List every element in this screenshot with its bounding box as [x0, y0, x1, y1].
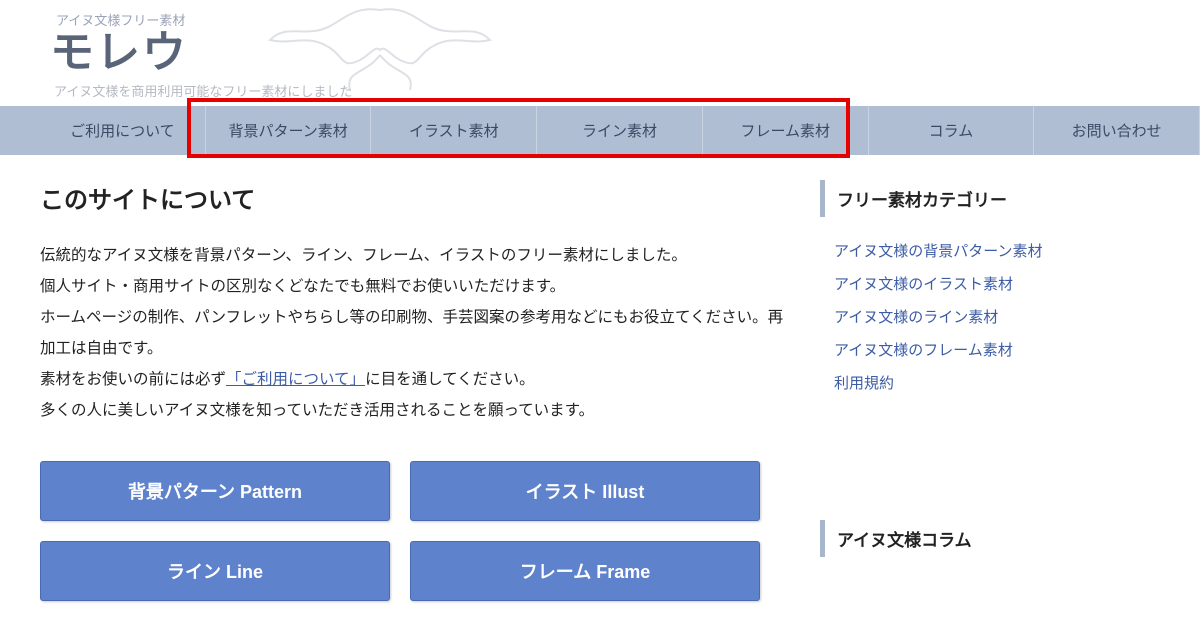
- sidebar-link-pattern[interactable]: アイヌ文様の背景パターン素材: [834, 235, 1160, 268]
- intro-p1: 伝統的なアイヌ文様を背景パターン、ライン、フレーム、イラストのフリー素材にしまし…: [40, 240, 790, 271]
- nav-pattern[interactable]: 背景パターン素材: [206, 106, 372, 155]
- frame-button[interactable]: フレーム Frame: [410, 541, 760, 601]
- usage-link[interactable]: 「ご利用について」: [226, 371, 365, 388]
- nav-line[interactable]: ライン素材: [537, 106, 703, 155]
- header-subtitle: アイヌ文様フリー素材: [56, 10, 1200, 29]
- intro-text: 伝統的なアイヌ文様を背景パターン、ライン、フレーム、イラストのフリー素材にしまし…: [40, 240, 790, 426]
- intro-p2: 個人サイト・商用サイトの区別なくどなたでも無料でお使いいただけます。: [40, 271, 790, 302]
- nav-usage[interactable]: ご利用について: [40, 106, 206, 155]
- sidebar-cat-heading: フリー素材カテゴリー: [820, 180, 1160, 217]
- sidebar-link-line[interactable]: アイヌ文様のライン素材: [834, 301, 1160, 334]
- nav-contact[interactable]: お問い合わせ: [1034, 106, 1200, 155]
- sidebar-link-terms[interactable]: 利用規約: [834, 367, 1160, 400]
- illust-button[interactable]: イラスト Illust: [410, 461, 760, 521]
- page-title: このサイトについて: [40, 180, 790, 215]
- intro-p5: 多くの人に美しいアイヌ文様を知っていただき活用されることを願っています。: [40, 395, 790, 426]
- sidebar-column-heading: アイヌ文様コラム: [820, 520, 1160, 557]
- pattern-button[interactable]: 背景パターン Pattern: [40, 461, 390, 521]
- sidebar-link-illust[interactable]: アイヌ文様のイラスト素材: [834, 268, 1160, 301]
- line-button[interactable]: ライン Line: [40, 541, 390, 601]
- intro-p4: 素材をお使いの前には必ず「ご利用について」に目を通してください。: [40, 364, 790, 395]
- site-header: アイヌ文様フリー素材 モレウ アイヌ文様を商用利用可能なフリー素材にしました: [0, 0, 1200, 106]
- header-tagline: アイヌ文様を商用利用可能なフリー素材にしました: [54, 81, 1200, 100]
- intro-p3: ホームページの制作、パンフレットやちらし等の印刷物、手芸図案の参考用などにもお役…: [40, 302, 790, 364]
- nav-illust[interactable]: イラスト素材: [371, 106, 537, 155]
- main-nav: ご利用について 背景パターン素材 イラスト素材 ライン素材 フレーム素材 コラム…: [0, 106, 1200, 155]
- nav-frame[interactable]: フレーム素材: [703, 106, 869, 155]
- nav-column[interactable]: コラム: [869, 106, 1035, 155]
- sidebar-link-frame[interactable]: アイヌ文様のフレーム素材: [834, 334, 1160, 367]
- site-logo[interactable]: モレウ: [50, 29, 1200, 77]
